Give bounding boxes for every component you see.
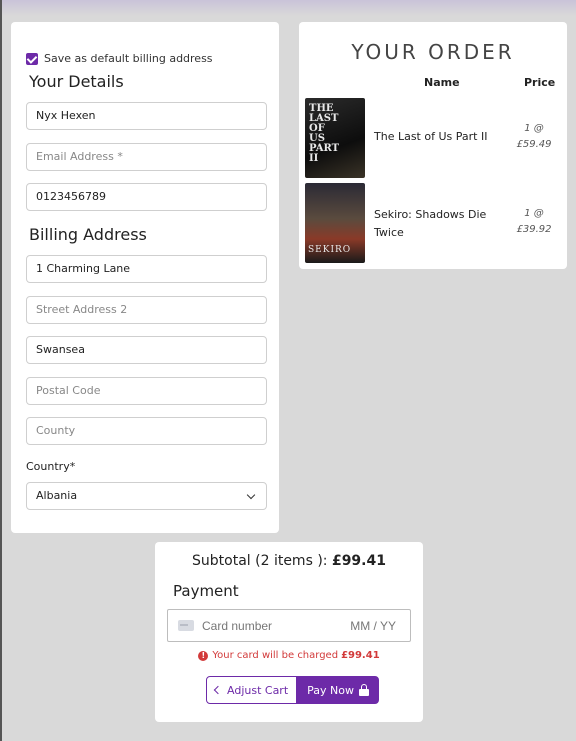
postal-code-field[interactable]: Postal Code: [26, 377, 267, 405]
checkout-button-group: Adjust Cart Pay Now: [206, 676, 379, 704]
lock-icon: [358, 684, 369, 696]
top-shadow-bar: [0, 0, 576, 16]
street-address-2-field[interactable]: Street Address 2: [26, 296, 267, 324]
item-price: 1 @ £39.92: [514, 206, 554, 238]
column-header-name: Name: [424, 76, 460, 89]
payment-title: Payment: [173, 582, 239, 600]
billing-details-card: Save as default billing address Your Det…: [11, 22, 279, 533]
card-number-placeholder: Card number: [202, 618, 273, 633]
subtotal-text: Subtotal (2 items ): £99.41: [155, 553, 423, 569]
subtotal-value: £99.41: [331, 553, 386, 569]
window-edge: [0, 0, 2, 741]
item-name: Sekiro: Shadows Die Twice: [374, 208, 487, 239]
save-default-checkbox[interactable]: [26, 52, 38, 65]
charge-notice: ! Your card will be charged £99.41: [155, 650, 423, 661]
item-price-value: £59.49: [516, 139, 552, 150]
county-field[interactable]: County: [26, 417, 267, 445]
item-qty: 1 @: [524, 208, 544, 219]
cover-title: SEKIRO: [308, 245, 352, 255]
order-card: YOUR ORDER Name Price THE LAST OF US PAR…: [299, 22, 567, 269]
billing-address-title: Billing Address: [29, 225, 147, 244]
item-qty: 1 @: [524, 123, 544, 134]
adjust-cart-label: Adjust Cart: [227, 683, 289, 697]
country-select-value: Albania: [36, 489, 78, 502]
charge-amount: £99.41: [341, 650, 380, 661]
column-header-price: Price: [524, 76, 556, 89]
town-field[interactable]: Swansea: [26, 336, 267, 364]
product-cover-image[interactable]: SEKIRO: [305, 183, 365, 263]
credit-card-icon: [178, 620, 194, 631]
card-number-input[interactable]: Card number MM / YY: [167, 609, 411, 642]
your-details-title: Your Details: [29, 72, 124, 91]
adjust-cart-button[interactable]: Adjust Cart: [206, 676, 298, 704]
chevron-left-icon: [213, 685, 223, 695]
pay-now-label: Pay Now: [307, 683, 354, 697]
street-address-1-field[interactable]: 1 Charming Lane: [26, 255, 267, 283]
pay-now-button[interactable]: Pay Now: [297, 676, 379, 704]
save-default-label: Save as default billing address: [44, 52, 213, 65]
item-price-value: £39.92: [516, 224, 552, 235]
item-price: 1 @ £59.49: [514, 121, 554, 153]
charge-text: Your card will be charged: [212, 650, 339, 661]
payment-summary-card: Subtotal (2 items ): £99.41 Payment Card…: [155, 542, 423, 722]
order-title: YOUR ORDER: [351, 40, 515, 64]
chevron-down-icon: [246, 490, 256, 500]
product-cover-image[interactable]: THE LAST OF US PART II: [305, 98, 365, 178]
full-name-field[interactable]: Nyx Hexen: [26, 102, 267, 130]
subtotal-label: Subtotal (2 items ):: [192, 553, 328, 569]
item-name: The Last of Us Part II: [374, 130, 488, 143]
expiry-placeholder[interactable]: MM / YY: [350, 619, 396, 633]
cover-title: THE LAST OF US PART II: [309, 103, 340, 164]
save-default-row[interactable]: Save as default billing address: [26, 52, 213, 65]
country-label: Country*: [26, 460, 76, 473]
email-field[interactable]: Email Address *: [26, 143, 267, 171]
country-select[interactable]: Albania: [26, 482, 267, 510]
alert-icon: !: [198, 650, 209, 661]
phone-field[interactable]: 0123456789: [26, 183, 267, 211]
